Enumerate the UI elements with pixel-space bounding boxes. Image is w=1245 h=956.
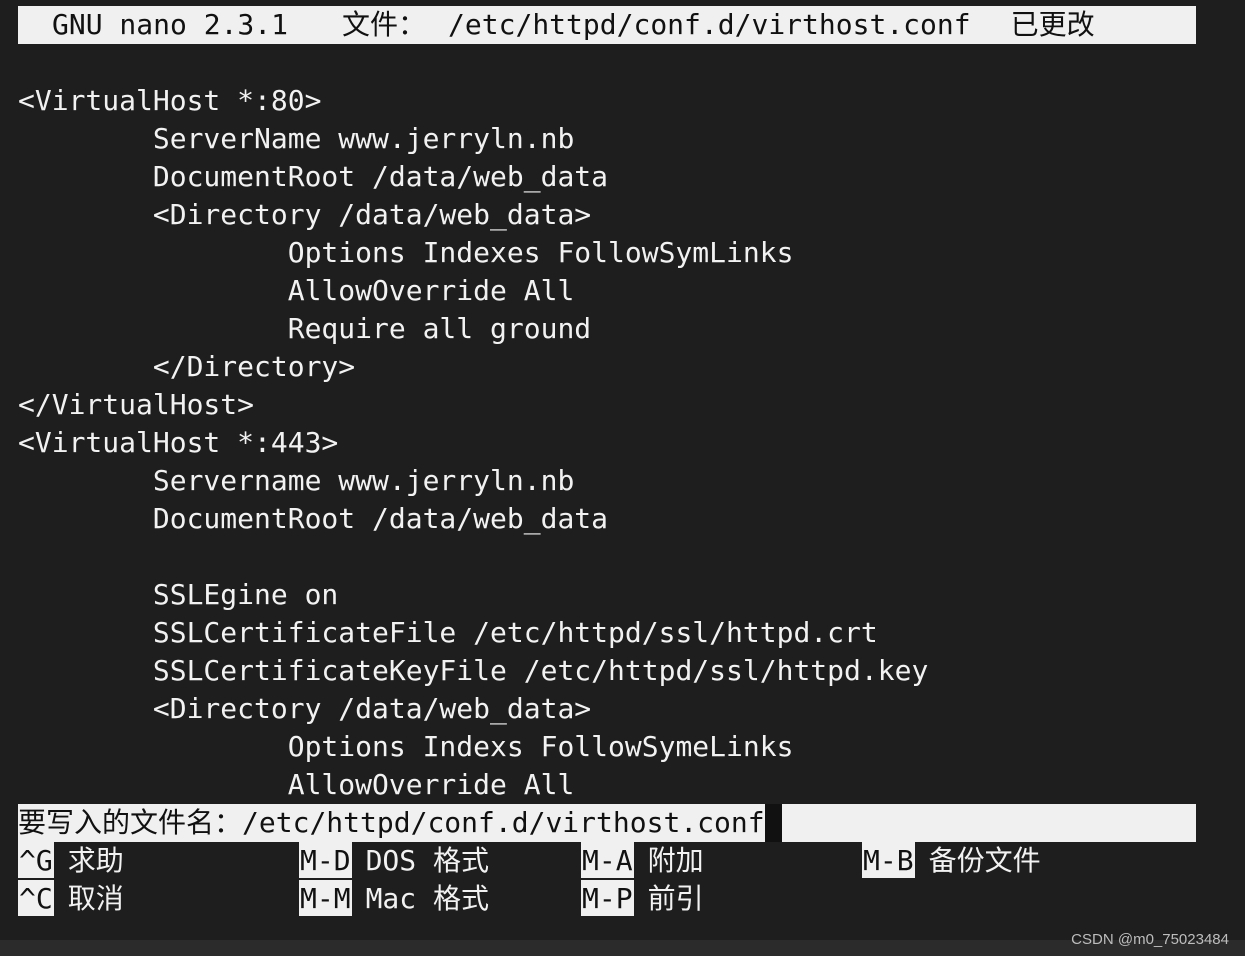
editor-line[interactable]: <VirtualHost *:80> — [18, 82, 321, 120]
shortcut-cancel[interactable]: ^C 取消 — [18, 880, 124, 918]
shortcut-append[interactable]: M-A 附加 — [581, 842, 704, 880]
filename-input[interactable]: /etc/httpd/conf.d/virthost.conf — [242, 806, 765, 839]
file-path: /etc/httpd/conf.d/virthost.conf — [448, 8, 971, 41]
shortcut-key[interactable]: M-P — [581, 880, 634, 916]
file-label: 文件： — [342, 8, 427, 41]
watermark: CSDN @m0_75023484 — [1071, 931, 1229, 948]
shortcut-mac-format[interactable]: M-M Mac 格式 — [299, 880, 489, 918]
shortcut-label: 附加 — [647, 844, 704, 877]
editor-line[interactable]: SSLCertificateKeyFile /etc/httpd/ssl/htt… — [18, 652, 928, 690]
write-filename-prompt[interactable]: 要写入的文件名：/etc/httpd/conf.d/virthost.conf — [18, 804, 1196, 842]
shortcut-key[interactable]: M-M — [299, 880, 352, 916]
shortcut-label: 求助 — [67, 844, 124, 877]
shortcut-key[interactable]: M-D — [299, 842, 352, 878]
editor-line[interactable]: SSLCertificateFile /etc/httpd/ssl/httpd.… — [18, 614, 878, 652]
bottom-strip — [0, 940, 1245, 956]
editor-line[interactable]: Options Indexes FollowSymLinks — [18, 234, 794, 272]
shortcut-help[interactable]: ^G 求助 — [18, 842, 124, 880]
shortcut-label: Mac 格式 — [365, 882, 490, 915]
shortcut-key[interactable]: ^G — [18, 842, 54, 878]
shortcut-backup-file[interactable]: M-B 备份文件 — [862, 842, 1041, 880]
editor-line[interactable]: Require all ground — [18, 310, 591, 348]
editor-line[interactable]: DocumentRoot /data/web_data — [18, 500, 608, 538]
editor-line[interactable]: ServerName www.jerryln.nb — [18, 120, 574, 158]
editor-line[interactable]: <Directory /data/web_data> — [18, 690, 591, 728]
editor-line[interactable]: <Directory /data/web_data> — [18, 196, 591, 234]
editor-line[interactable]: Servername www.jerryln.nb — [18, 462, 574, 500]
shortcut-prepend[interactable]: M-P 前引 — [581, 880, 704, 918]
editor-line[interactable]: AllowOverride All — [18, 272, 575, 310]
editor-line[interactable]: </Directory> — [18, 348, 355, 386]
shortcut-label: 前引 — [647, 882, 704, 915]
editor-line[interactable]: DocumentRoot /data/web_data — [18, 158, 608, 196]
editor-line[interactable]: Options Indexs FollowSymeLinks — [18, 728, 794, 766]
prompt-label: 要写入的文件名： — [18, 806, 243, 839]
editor-line[interactable]: AllowOverride All — [18, 766, 575, 804]
shortcut-label: 取消 — [67, 882, 124, 915]
editor-line[interactable]: </VirtualHost> — [18, 386, 254, 424]
shortcut-label: DOS 格式 — [365, 844, 490, 877]
modified-status: 已更改 — [1010, 8, 1095, 41]
shortcut-key[interactable]: M-B — [862, 842, 915, 878]
shortcut-label: 备份文件 — [928, 844, 1041, 877]
editor-line[interactable]: <VirtualHost *:443> — [18, 424, 338, 462]
terminal-window: { "titlebar": { "app": "GNU nano 2.3.1",… — [0, 0, 1245, 956]
shortcut-key[interactable]: ^C — [18, 880, 54, 916]
shortcut-dos-format[interactable]: M-D DOS 格式 — [299, 842, 489, 880]
shortcut-key[interactable]: M-A — [581, 842, 634, 878]
editor-line[interactable]: SSLEgine on — [18, 576, 338, 614]
app-version: GNU nano 2.3.1 — [52, 8, 289, 41]
nano-title-bar: GNU nano 2.3.1 文件： /etc/httpd/conf.d/virth… — [18, 6, 1196, 44]
text-cursor — [764, 804, 782, 842]
